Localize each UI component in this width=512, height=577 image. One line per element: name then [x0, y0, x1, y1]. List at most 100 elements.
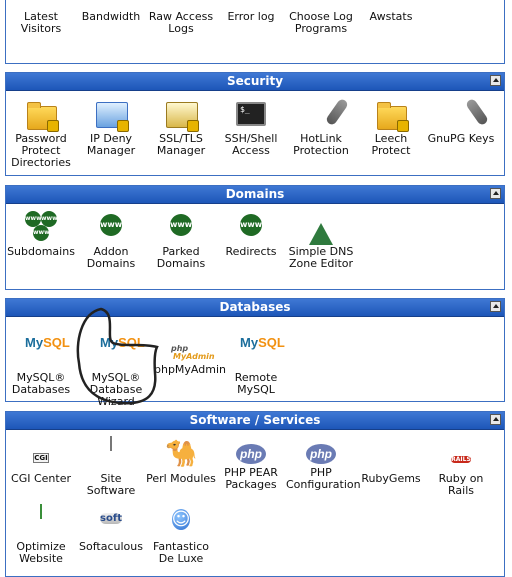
- phpmyadmin-label: phpMyAdmin: [154, 363, 226, 376]
- domains-header[interactable]: Domains: [6, 186, 504, 204]
- php-configuration-label: PHP Configuration: [286, 466, 361, 491]
- php-configuration-item[interactable]: php PHP Configuration: [286, 438, 361, 491]
- ruby-on-rails-item[interactable]: RAILS Ruby on Rails: [426, 438, 496, 497]
- phpmyadmin-icon: php MyAdmin: [169, 329, 215, 361]
- collapse-toggle-icon[interactable]: [490, 301, 501, 312]
- ruby-on-rails-label: Ruby on Rails: [438, 472, 484, 497]
- bandwidth-item[interactable]: Bandwidth: [76, 0, 146, 23]
- collapse-toggle-icon[interactable]: [490, 188, 501, 199]
- phpmyadmin-item[interactable]: php MyAdmin phpMyAdmin: [154, 329, 226, 376]
- remote-mysql-sql: SQL: [258, 335, 285, 350]
- dns-zone-icon: [305, 210, 337, 245]
- perl-modules-label: Perl Modules: [146, 472, 216, 485]
- leech-protect-item[interactable]: Leech Protect: [356, 98, 426, 157]
- ip-deny-item[interactable]: IP Deny Manager: [76, 98, 146, 157]
- softaculous-icon: soft: [95, 506, 127, 538]
- raw-access-logs-item[interactable]: Raw Access Logs: [146, 0, 216, 35]
- rubygems-label: RubyGems: [361, 472, 421, 485]
- php-pear-item[interactable]: php PHP PEAR Packages: [216, 438, 286, 491]
- ssl-tls-label: SSL/TLS Manager: [156, 132, 206, 157]
- bandwidth-label: Bandwidth: [81, 10, 141, 23]
- ssl-icon: [165, 98, 199, 132]
- rails-icon-text: RAILS: [451, 456, 471, 463]
- password-protect-item[interactable]: Password Protect Directories: [6, 98, 76, 169]
- php-pear-icon: php: [236, 444, 266, 464]
- subdomains-label: Subdomains: [7, 245, 75, 258]
- optimize-icon: [25, 504, 57, 538]
- security-title: Security: [226, 74, 284, 88]
- simple-dns-zone-item[interactable]: Simple DNS Zone Editor: [286, 210, 356, 270]
- remote-mysql-item[interactable]: MySQL Remote MySQL: [221, 329, 291, 396]
- remote-mysql-icon: MySQL: [240, 329, 285, 369]
- domains-panel: Domains www www www Subdomains www Addon…: [5, 185, 505, 290]
- cgi-center-label: CGI Center: [11, 472, 71, 485]
- choose-log-programs-label: Choose Log Programs: [289, 10, 353, 35]
- latest-visitors-label: Latest Visitors: [20, 10, 62, 35]
- latest-visitors-item[interactable]: Latest Visitors: [6, 0, 76, 35]
- simple-dns-zone-label: Simple DNS Zone Editor: [288, 245, 354, 270]
- redirects-label: Redirects: [225, 245, 277, 258]
- gnupg-keys-label: GnuPG Keys: [427, 132, 495, 145]
- error-log-item[interactable]: Error log: [216, 0, 286, 23]
- addon-domains-item[interactable]: www Addon Domains: [76, 211, 146, 270]
- ssl-tls-item[interactable]: SSL/TLS Manager: [146, 98, 216, 157]
- rubygems-icon: [375, 438, 407, 470]
- parked-domains-item[interactable]: www Parked Domains: [146, 211, 216, 270]
- cgi-center-item[interactable]: CGI CGI Center: [6, 438, 76, 485]
- key-icon: [445, 97, 490, 130]
- hotlink-item[interactable]: HotLink Protection: [286, 97, 356, 157]
- hotlink-label: HotLink Protection: [293, 132, 349, 157]
- perl-modules-item[interactable]: 🐪 Perl Modules: [146, 438, 216, 485]
- rails-icon: RAILS: [445, 438, 477, 470]
- terminal-icon: $_: [235, 98, 267, 130]
- security-header[interactable]: Security: [6, 73, 504, 91]
- databases-header[interactable]: Databases: [6, 299, 504, 317]
- awstats-item[interactable]: Awstats: [356, 0, 426, 23]
- remote-mysql-my: My: [240, 335, 259, 350]
- leech-folder-icon: [375, 98, 409, 132]
- rubygems-item[interactable]: RubyGems: [356, 438, 426, 485]
- software-header[interactable]: Software / Services: [6, 412, 504, 430]
- ssh-shell-item[interactable]: $_ SSH/Shell Access: [216, 98, 286, 157]
- domains-title: Domains: [225, 187, 285, 201]
- cgi-icon-doc: CGI: [33, 453, 49, 463]
- addon-domains-icon: www: [95, 211, 127, 243]
- raw-logs-icon: [165, 0, 197, 8]
- log-programs-icon: [305, 0, 337, 8]
- camel-icon: 🐪: [165, 439, 198, 469]
- mysql-databases-item[interactable]: MySQL MySQL® Databases: [6, 329, 76, 396]
- awstats-icon: [375, 0, 407, 8]
- mysql-wizard-item[interactable]: MySQL MySQL® Database Wizard: [81, 329, 151, 408]
- mysql-wizard-sql: SQL: [118, 335, 145, 350]
- collapse-toggle-icon[interactable]: [490, 75, 501, 86]
- remote-mysql-label: Remote MySQL: [234, 371, 278, 396]
- redirects-item[interactable]: www Redirects: [216, 211, 286, 258]
- gnupg-keys-item[interactable]: GnuPG Keys: [426, 97, 496, 145]
- fantastico-item[interactable]: ☺ Fantastico De Luxe: [146, 506, 216, 565]
- mysql-wizard-my: My: [100, 335, 119, 350]
- error-log-icon: [235, 0, 267, 8]
- choose-log-programs-item[interactable]: Choose Log Programs: [286, 0, 356, 35]
- collapse-toggle-icon[interactable]: [490, 414, 501, 425]
- site-software-item[interactable]: Site Software: [76, 436, 146, 497]
- logs-panel: Latest Visitors Bandwidth Raw Access Log…: [5, 0, 505, 64]
- subdomains-icon: www www www: [25, 211, 58, 243]
- awstats-label: Awstats: [369, 10, 413, 23]
- optimize-website-label: Optimize Website: [16, 540, 66, 565]
- parked-domains-icon: www: [165, 211, 197, 243]
- mysql-wizard-label: MySQL® Database Wizard: [89, 371, 143, 408]
- mysql-wizard-icon: MySQL: [100, 329, 145, 369]
- mysql-my: My: [25, 335, 44, 350]
- raw-access-logs-label: Raw Access Logs: [148, 10, 214, 35]
- cgi-icon: CGI: [25, 438, 57, 470]
- password-folder-icon: [25, 98, 59, 132]
- mysql-icon: MySQL: [25, 329, 70, 369]
- subdomains-item[interactable]: www www www Subdomains: [6, 211, 76, 258]
- optimize-website-item[interactable]: Optimize Website: [6, 504, 76, 565]
- security-panel: Security Password Protect Directories IP…: [5, 72, 505, 176]
- parked-domains-label: Parked Domains: [156, 245, 206, 270]
- visitors-icon: [25, 0, 57, 8]
- softaculous-icon-text: soft: [100, 513, 122, 524]
- mysql-databases-label: MySQL® Databases: [11, 371, 71, 396]
- softaculous-item[interactable]: soft Softaculous: [76, 506, 146, 553]
